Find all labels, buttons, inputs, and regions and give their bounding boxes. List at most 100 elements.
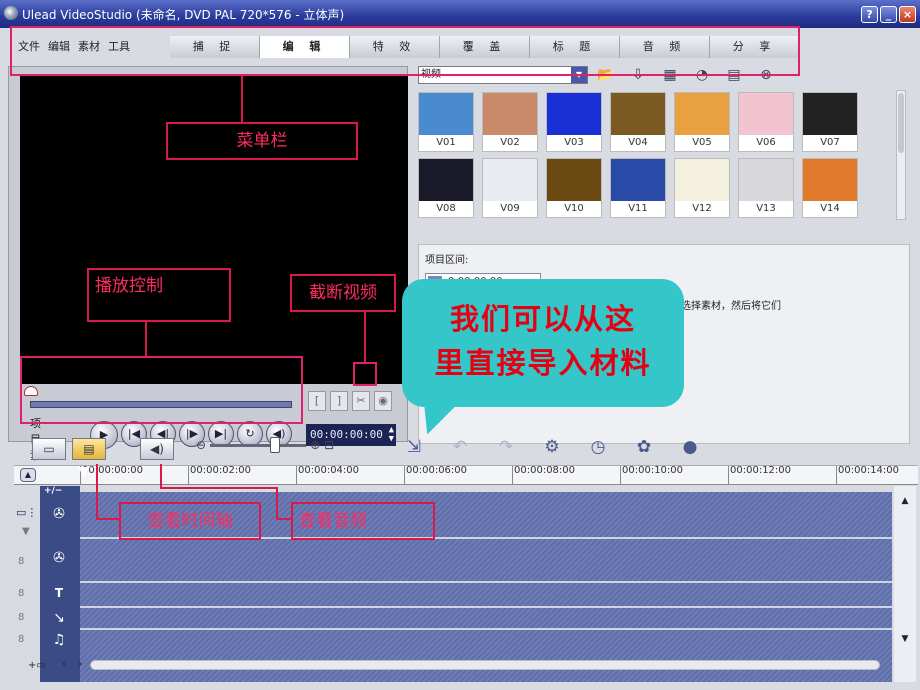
thumbnail-image bbox=[611, 159, 665, 201]
annotation-connector bbox=[160, 464, 162, 488]
title-track-icon: T bbox=[54, 586, 64, 600]
track-divider bbox=[80, 581, 892, 583]
music-track-icon: ♫ bbox=[52, 632, 66, 648]
thumbnail-image bbox=[483, 93, 537, 135]
window-title: Ulead VideoStudio (未命名, DVD PAL 720*576 … bbox=[22, 8, 345, 22]
close-button[interactable]: × bbox=[899, 6, 916, 23]
undo-icon[interactable]: ↶ bbox=[446, 434, 474, 460]
scissors-icon[interactable]: ✂ bbox=[352, 391, 370, 411]
ruler-tick-label: 00:00:12:00 bbox=[728, 466, 791, 485]
scroll-up-icon[interactable]: ▲ bbox=[894, 496, 916, 506]
library-thumbnail[interactable]: V01 bbox=[418, 92, 474, 152]
library-thumbnail[interactable]: V02 bbox=[482, 92, 538, 152]
scroll-down-icon[interactable]: ▼ bbox=[894, 634, 916, 644]
surround-icon[interactable]: ● bbox=[676, 434, 704, 460]
playback-control-annotation: 播放控制 bbox=[87, 268, 231, 322]
duration-label: 项目区间: bbox=[425, 255, 469, 266]
zoom-in-icon[interactable]: ⊕ bbox=[310, 438, 320, 452]
insert-media-icon[interactable]: ⇲ bbox=[400, 434, 428, 460]
track-lock-icon[interactable]: 8 bbox=[18, 556, 24, 567]
help-button[interactable]: ? bbox=[861, 6, 878, 23]
fit-icon[interactable]: ⊡ bbox=[324, 438, 334, 452]
thumbnail-image bbox=[675, 159, 729, 201]
timeline-ruler[interactable]: 00:00:00:00 00:00:02:00 00:00:04:00 00:00:0… bbox=[14, 465, 918, 485]
thumbnail-caption: V05 bbox=[692, 137, 712, 148]
track-lock-icon[interactable]: 8 bbox=[18, 612, 24, 623]
cut-video-annotation: 截断视频 bbox=[290, 274, 396, 312]
zoom-slider[interactable] bbox=[210, 436, 307, 453]
annotation-connector bbox=[145, 322, 147, 356]
track-settings-icon[interactable]: +▭ bbox=[28, 660, 46, 671]
ruler-tick-label: 00:00:14:00 bbox=[836, 466, 899, 485]
thumbnail-image bbox=[419, 93, 473, 135]
mark-in-button[interactable]: [ bbox=[308, 391, 326, 411]
ruler-toggle-icon[interactable]: ▲ bbox=[20, 468, 36, 482]
library-thumbnail[interactable]: V08 bbox=[418, 158, 474, 218]
thumbnail-caption: V02 bbox=[500, 137, 520, 148]
zoom-out-icon[interactable]: ⊖ bbox=[196, 438, 206, 452]
scroll-right-icon[interactable]: › bbox=[78, 657, 82, 670]
track-divider bbox=[80, 628, 892, 630]
track-lock-icon[interactable]: 8 bbox=[18, 588, 24, 599]
add-track-button[interactable]: +/− bbox=[44, 486, 62, 496]
thumbnail-caption: V09 bbox=[500, 203, 520, 214]
scroll-left-icon[interactable]: ‹ bbox=[62, 657, 66, 670]
track-manager-icon[interactable]: ▭⋮ bbox=[16, 506, 37, 519]
mix-icon[interactable]: ✿ bbox=[630, 434, 658, 460]
library-thumbnail[interactable]: V04 bbox=[610, 92, 666, 152]
thumbnail-caption: V13 bbox=[756, 203, 776, 214]
clock-icon[interactable]: ◷ bbox=[584, 434, 612, 460]
annotation-connector bbox=[276, 518, 292, 520]
timeline-horizontal-scrollbar[interactable] bbox=[90, 660, 880, 670]
menu-bar-annotation: 菜单栏 bbox=[166, 122, 358, 160]
thumbnail-caption: V07 bbox=[820, 137, 840, 148]
library-scrollbar[interactable] bbox=[896, 90, 906, 220]
thumbnail-caption: V01 bbox=[436, 137, 456, 148]
zoom-control: ⊖ ⊕ ⊡ bbox=[196, 436, 334, 453]
app-icon bbox=[4, 6, 18, 20]
library-thumbnails: V01 V02 V03 V04 V05 V06 V07 V08 V09 V10 V11 V12 V13 V… bbox=[418, 92, 888, 218]
timeline-scrollbar[interactable]: ▲ ▼ bbox=[894, 486, 916, 682]
record-capture-icon[interactable]: ⚙ bbox=[538, 434, 566, 460]
storyboard-view-icon[interactable]: ▭ bbox=[32, 438, 66, 460]
library-thumbnail[interactable]: V03 bbox=[546, 92, 602, 152]
thumbnail-caption: V11 bbox=[628, 203, 648, 214]
annotation-connector bbox=[96, 518, 120, 520]
track-lock-icon[interactable]: 8 bbox=[18, 634, 24, 645]
playhead-icon[interactable] bbox=[78, 467, 90, 477]
library-thumbnail[interactable]: V11 bbox=[610, 158, 666, 218]
window-controls: ? _ × bbox=[861, 6, 916, 23]
thumbnail-caption: V08 bbox=[436, 203, 456, 214]
annotation-connector bbox=[96, 464, 98, 520]
library-thumbnail[interactable]: V05 bbox=[674, 92, 730, 152]
thumbnail-image bbox=[547, 93, 601, 135]
ruler-tick-label: 00:00:02:00 bbox=[188, 466, 251, 485]
enlarge-icon[interactable]: ◉ bbox=[374, 391, 392, 411]
library-thumbnail[interactable]: V06 bbox=[738, 92, 794, 152]
ruler-tick-label: 00:00:04:00 bbox=[296, 466, 359, 485]
library-thumbnail[interactable]: V14 bbox=[802, 158, 858, 218]
overlay-track-icon: ✇ bbox=[53, 550, 65, 566]
library-thumbnail[interactable]: V12 bbox=[674, 158, 730, 218]
timeline-view-icon[interactable]: ▤ bbox=[72, 438, 106, 460]
trim-buttons: [ ] ✂ ◉ bbox=[308, 391, 392, 411]
thumbnail-image bbox=[803, 93, 857, 135]
library-thumbnail[interactable]: V09 bbox=[482, 158, 538, 218]
zoom-slider-knob[interactable] bbox=[270, 436, 281, 453]
thumbnail-caption: V12 bbox=[692, 203, 712, 214]
audio-view-icon[interactable]: ◀) bbox=[140, 438, 174, 460]
timecode-spinner-icon[interactable]: ▲ ▼ bbox=[389, 426, 394, 444]
thumbnail-caption: V03 bbox=[564, 137, 584, 148]
redo-icon[interactable]: ↷ bbox=[492, 434, 520, 460]
title-bar: Ulead VideoStudio (未命名, DVD PAL 720*576 … bbox=[0, 0, 920, 28]
annotation-connector bbox=[241, 76, 243, 122]
voice-track-icon: ↘ bbox=[53, 610, 65, 626]
library-thumbnail[interactable]: V13 bbox=[738, 158, 794, 218]
timeline-toolbar: ⇲ ↶ ↷ ⚙ ◷ ✿ ● bbox=[400, 434, 704, 460]
minimize-button[interactable]: _ bbox=[880, 6, 897, 23]
library-thumbnail[interactable]: V07 bbox=[802, 92, 858, 152]
track-expand-icon[interactable]: ▼ bbox=[22, 526, 30, 537]
mark-out-button[interactable]: ] bbox=[330, 391, 348, 411]
library-thumbnail[interactable]: V10 bbox=[546, 158, 602, 218]
library-scroll-thumb[interactable] bbox=[898, 93, 904, 153]
